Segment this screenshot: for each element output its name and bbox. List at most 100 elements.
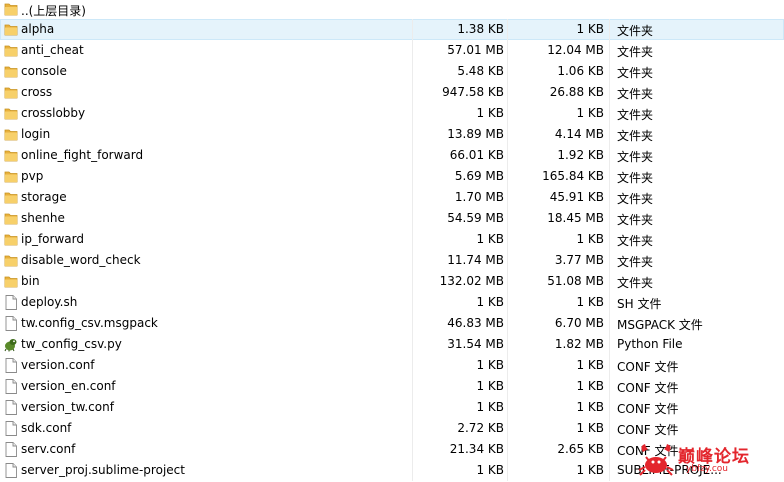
column-divider <box>412 334 413 355</box>
file-name: anti_cheat <box>21 43 84 57</box>
compressed-size: 1 KB <box>576 22 604 36</box>
file-icon <box>5 442 17 457</box>
file-row[interactable]: sdk.conf 2.72 KB 1 KB CONF 文件 <box>0 418 784 439</box>
file-size: 13.89 MB <box>447 127 504 141</box>
file-size: 54.59 MB <box>447 211 504 225</box>
column-divider <box>412 439 413 460</box>
folder-icon <box>4 255 18 267</box>
file-type: 文件夹 <box>617 108 654 122</box>
file-size: 57.01 MB <box>447 43 504 57</box>
file-size: 132.02 MB <box>439 274 504 288</box>
folder-icon <box>4 234 18 246</box>
column-divider <box>609 376 610 397</box>
file-name: tw_config_csv.py <box>21 337 122 351</box>
file-row[interactable]: serv.conf 21.34 KB 2.65 KB CONF 文件 <box>0 439 784 460</box>
column-divider <box>507 145 508 166</box>
folder-row[interactable]: login 13.89 MB 4.14 MB 文件夹 <box>0 124 784 145</box>
file-size: 1 KB <box>476 106 504 120</box>
column-divider <box>507 19 508 40</box>
file-size: 1 KB <box>476 379 504 393</box>
folder-icon <box>4 108 18 120</box>
folder-icon <box>4 192 18 204</box>
file-type: 文件夹 <box>617 171 654 185</box>
folder-row[interactable]: cross 947.58 KB 26.88 KB 文件夹 <box>0 82 784 103</box>
folder-row[interactable]: bin 132.02 MB 51.08 MB 文件夹 <box>0 271 784 292</box>
column-divider <box>412 313 413 334</box>
compressed-size: 1 KB <box>576 106 604 120</box>
file-type: 文件夹 <box>617 276 654 290</box>
folder-row[interactable]: pvp 5.69 MB 165.84 KB 文件夹 <box>0 166 784 187</box>
compressed-size: 1.92 KB <box>557 148 604 162</box>
column-divider <box>412 292 413 313</box>
column-divider <box>412 376 413 397</box>
file-size: 11.74 MB <box>447 253 504 267</box>
folder-icon <box>4 276 18 288</box>
folder-row[interactable]: storage 1.70 MB 45.91 KB 文件夹 <box>0 187 784 208</box>
file-type: 文件夹 <box>617 150 654 164</box>
file-type: 文件夹 <box>617 255 654 269</box>
file-row[interactable]: tw.config_csv.msgpack 46.83 MB 6.70 MB MSGP… <box>0 313 784 334</box>
column-divider <box>609 82 610 103</box>
column-divider <box>507 229 508 250</box>
column-divider <box>609 229 610 250</box>
column-divider <box>609 460 610 481</box>
column-divider <box>412 208 413 229</box>
folder-row[interactable]: ip_forward 1 KB 1 KB 文件夹 <box>0 229 784 250</box>
file-name: serv.conf <box>21 442 76 456</box>
file-row[interactable]: version_tw.conf 1 KB 1 KB CONF 文件 <box>0 397 784 418</box>
parent-directory-row[interactable]: ..(上层目录) <box>0 0 784 19</box>
column-divider <box>609 166 610 187</box>
column-divider <box>507 355 508 376</box>
column-divider <box>507 418 508 439</box>
folder-row[interactable]: shenhe 54.59 MB 18.45 MB 文件夹 <box>0 208 784 229</box>
file-type: 文件夹 <box>617 24 654 38</box>
file-type: CONF 文件 <box>617 423 679 437</box>
file-row[interactable]: version.conf 1 KB 1 KB CONF 文件 <box>0 355 784 376</box>
column-divider <box>507 313 508 334</box>
folder-row[interactable]: disable_word_check 11.74 MB 3.77 MB 文件夹 <box>0 250 784 271</box>
file-row[interactable]: deploy.sh 1 KB 1 KB SH 文件 <box>0 292 784 313</box>
file-type: Python File <box>617 337 683 351</box>
folder-icon <box>4 66 18 78</box>
column-divider <box>609 40 610 61</box>
folder-row[interactable]: anti_cheat 57.01 MB 12.04 MB 文件夹 <box>0 40 784 61</box>
file-name: bin <box>21 274 40 288</box>
folder-icon <box>4 24 18 36</box>
file-type: CONF 文件 <box>617 360 679 374</box>
file-size: 21.34 KB <box>449 442 504 456</box>
column-divider <box>507 82 508 103</box>
column-divider <box>412 397 413 418</box>
file-size: 2.72 KB <box>457 421 504 435</box>
folder-row[interactable]: alpha 1.38 KB 1 KB 文件夹 <box>0 19 784 40</box>
file-type: SH 文件 <box>617 297 662 311</box>
file-name: pvp <box>21 169 44 183</box>
column-divider <box>412 124 413 145</box>
file-name: deploy.sh <box>21 295 78 309</box>
column-divider <box>609 397 610 418</box>
compressed-size: 18.45 MB <box>547 211 604 225</box>
file-size: 5.69 MB <box>454 169 504 183</box>
file-row[interactable]: tw_config_csv.py 31.54 MB 1.82 MB Python Fi… <box>0 334 784 355</box>
column-divider <box>412 103 413 124</box>
compressed-size: 1.06 KB <box>557 64 604 78</box>
column-divider <box>412 460 413 481</box>
column-divider <box>609 208 610 229</box>
column-divider <box>507 187 508 208</box>
file-row[interactable]: server_proj.sublime-project 1 KB 1 KB SUBLI… <box>0 460 784 481</box>
file-icon <box>5 421 17 436</box>
file-icon <box>5 316 17 331</box>
folder-row[interactable]: console 5.48 KB 1.06 KB 文件夹 <box>0 61 784 82</box>
column-divider <box>507 397 508 418</box>
compressed-size: 12.04 MB <box>547 43 604 57</box>
file-row[interactable]: version_en.conf 1 KB 1 KB CONF 文件 <box>0 376 784 397</box>
column-divider <box>507 292 508 313</box>
folder-row[interactable]: crosslobby 1 KB 1 KB 文件夹 <box>0 103 784 124</box>
compressed-size: 26.88 KB <box>549 85 604 99</box>
column-divider <box>609 334 610 355</box>
column-divider <box>609 19 610 40</box>
column-divider <box>507 460 508 481</box>
file-size: 1 KB <box>476 463 504 477</box>
column-divider <box>507 103 508 124</box>
file-size: 1 KB <box>476 232 504 246</box>
folder-row[interactable]: online_fight_forward 66.01 KB 1.92 KB 文件夹 <box>0 145 784 166</box>
